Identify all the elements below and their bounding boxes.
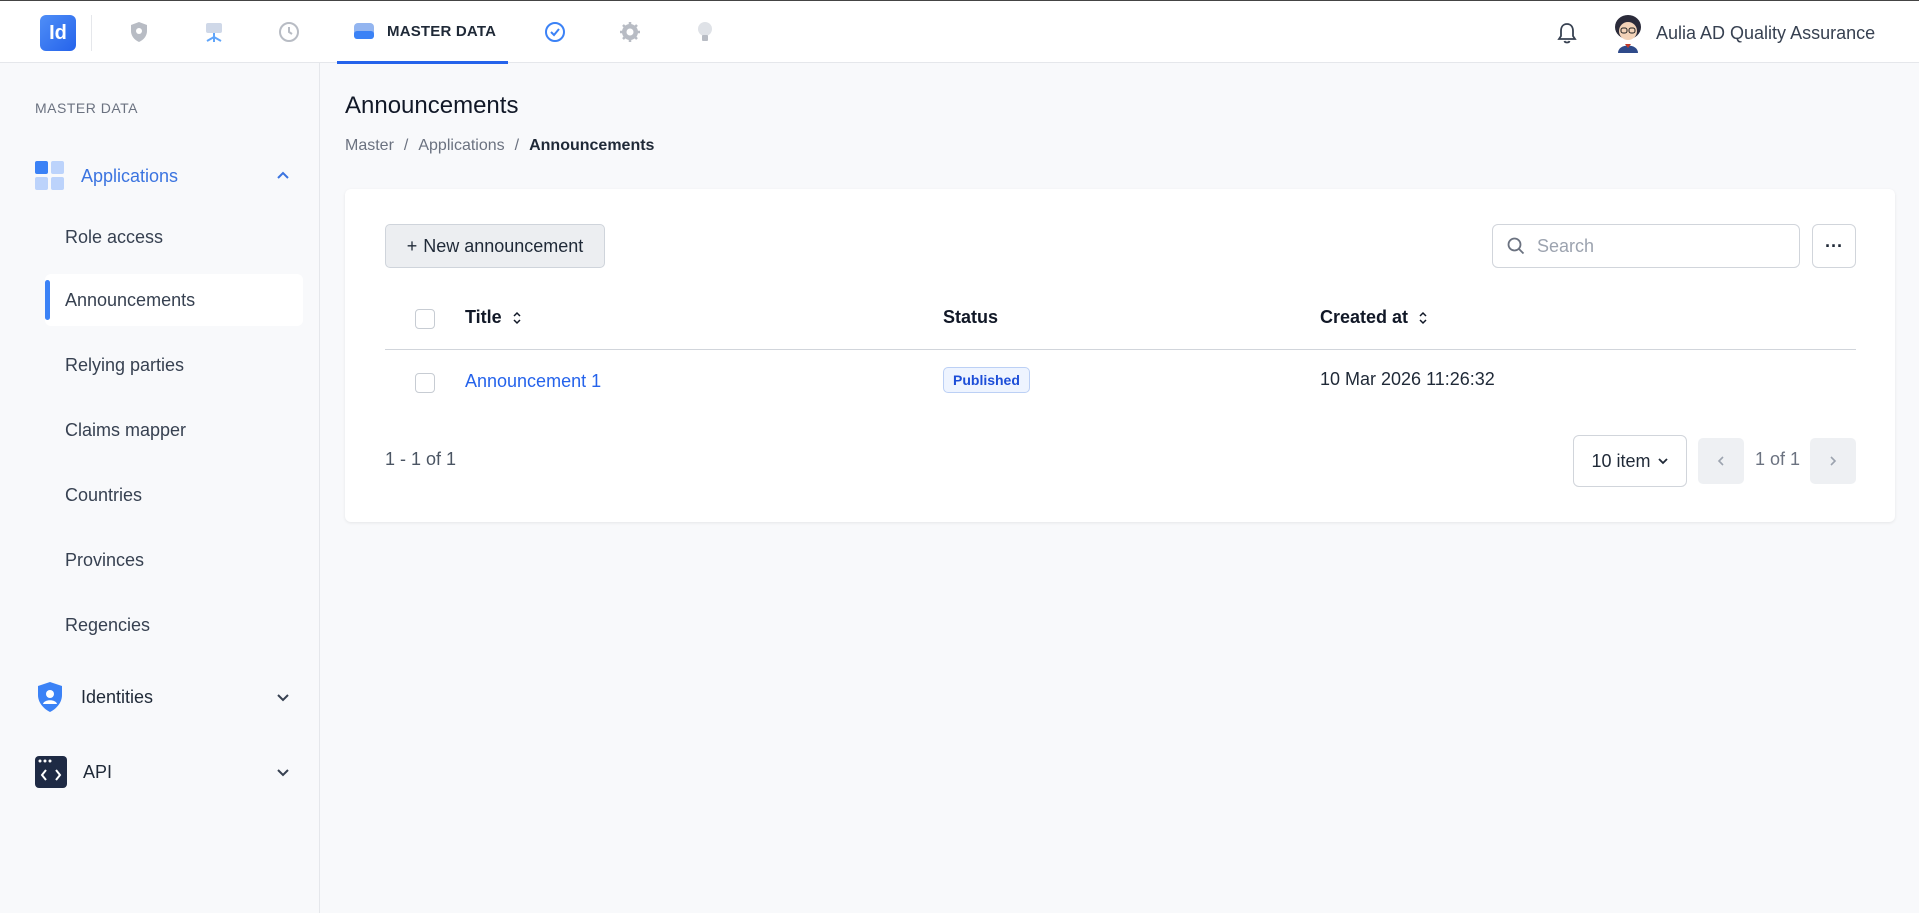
sitemap-icon[interactable]: [201, 19, 227, 45]
breadcrumb-applications[interactable]: Applications: [418, 137, 504, 155]
bell-icon[interactable]: [1556, 21, 1578, 50]
search-icon: [1507, 237, 1525, 255]
logo-divider: [91, 15, 92, 51]
nav-master-data-label: MASTER DATA: [387, 22, 497, 40]
chevron-down-icon: [1657, 458, 1668, 465]
breadcrumb-separator: /: [514, 137, 520, 154]
code-window-icon: [35, 756, 67, 788]
column-header-title[interactable]: Title: [465, 307, 522, 328]
row-checkbox[interactable]: [415, 373, 435, 393]
identity-shield-icon: [38, 682, 62, 712]
sidebar: MASTER DATA Applications Role access Ann…: [0, 63, 320, 913]
breadcrumb-separator: /: [403, 137, 409, 154]
column-title-label: Title: [465, 307, 502, 327]
previous-page-button[interactable]: [1698, 438, 1744, 484]
user-name[interactable]: Aulia AD Quality Assurance: [1656, 23, 1875, 44]
sidebar-group-identities[interactable]: Identities: [35, 680, 291, 714]
sidebar-item-regencies[interactable]: Regencies: [45, 599, 303, 651]
page-info: 1 of 1: [1755, 449, 1801, 469]
sidebar-item-countries[interactable]: Countries: [45, 469, 303, 521]
settings-icon[interactable]: [617, 19, 643, 45]
sidebar-group-identities-label: Identities: [81, 686, 154, 707]
search-input[interactable]: [1537, 235, 1777, 257]
next-page-button[interactable]: [1810, 438, 1856, 484]
chevron-up-icon[interactable]: [275, 168, 291, 184]
ellipsis-icon: ···: [1825, 235, 1843, 256]
sort-icon[interactable]: [512, 311, 522, 325]
sidebar-group-applications-label: Applications: [81, 165, 179, 186]
new-announcement-label: New announcement: [423, 235, 584, 256]
sidebar-item-role-access[interactable]: Role access: [45, 211, 303, 263]
breadcrumb-master[interactable]: Master: [345, 137, 394, 155]
sidebar-item-claims-mapper[interactable]: Claims mapper: [45, 404, 303, 456]
status-badge: Published: [943, 367, 1030, 393]
result-count: 1 - 1 of 1: [385, 449, 457, 469]
applications-icon: [35, 161, 64, 190]
items-per-page-value: 10 item: [1591, 450, 1651, 471]
search-box[interactable]: [1492, 224, 1800, 268]
sidebar-item-provinces[interactable]: Provinces: [45, 534, 303, 586]
sidebar-group-applications[interactable]: Applications: [35, 159, 291, 193]
table-header-divider: [385, 349, 1856, 350]
sidebar-group-api-label: API: [83, 761, 113, 782]
nav-master-data[interactable]: MASTER DATA: [337, 1, 508, 64]
page-title: Announcements: [345, 92, 519, 119]
announcement-title-link[interactable]: Announcement 1: [465, 371, 601, 392]
sidebar-item-announcements[interactable]: Announcements: [45, 274, 303, 326]
app-logo[interactable]: Id: [40, 15, 76, 51]
breadcrumb-current: Announcements: [529, 137, 655, 154]
chevron-down-icon[interactable]: [275, 689, 291, 705]
chevron-left-icon: [1717, 456, 1724, 466]
created-at-value: 10 Mar 2026 11:26:32: [1320, 369, 1495, 389]
plus-icon: +: [406, 235, 418, 256]
top-bar: Id MASTER DATA Aulia AD Quality Assuranc…: [0, 0, 1919, 64]
column-status-label: Status: [943, 307, 999, 327]
sidebar-group-api[interactable]: API: [35, 755, 291, 789]
more-options-button[interactable]: ···: [1812, 224, 1856, 268]
items-per-page-select[interactable]: 10 item: [1573, 435, 1687, 487]
breadcrumb: Master / Applications / Announcements: [345, 137, 654, 155]
history-icon[interactable]: [276, 19, 302, 45]
chevron-down-icon[interactable]: [275, 764, 291, 780]
lightbulb-icon[interactable]: [692, 19, 718, 45]
master-data-icon: [354, 23, 374, 39]
column-created-label: Created at: [1320, 307, 1409, 327]
avatar[interactable]: [1610, 13, 1646, 53]
chevron-right-icon: [1830, 456, 1837, 466]
column-header-status: Status: [943, 307, 998, 328]
select-all-checkbox[interactable]: [415, 309, 435, 329]
verified-badge-icon[interactable]: [542, 19, 568, 45]
new-announcement-button[interactable]: + New announcement: [385, 224, 605, 268]
sidebar-heading: MASTER DATA: [35, 100, 138, 116]
announcements-card: + New announcement ··· Title Status Crea…: [345, 189, 1895, 522]
sort-icon[interactable]: [1418, 311, 1428, 325]
shield-icon[interactable]: [126, 19, 152, 45]
column-header-created-at[interactable]: Created at: [1320, 307, 1428, 328]
sidebar-item-relying-parties[interactable]: Relying parties: [45, 339, 303, 391]
